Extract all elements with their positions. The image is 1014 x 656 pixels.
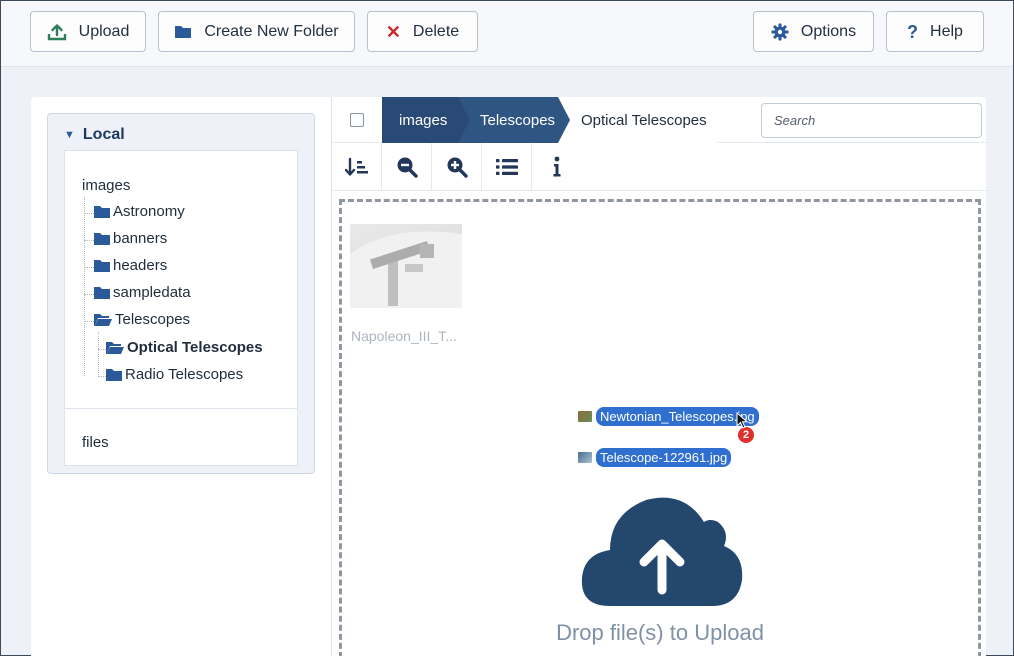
tree-guide <box>98 332 99 377</box>
delete-label: Delete <box>412 22 460 40</box>
folder-open-icon <box>106 342 124 354</box>
breadcrumb: images Telescopes Optical Telescopes <box>382 97 717 143</box>
gear-icon <box>771 23 789 40</box>
image-file-icon <box>578 452 592 463</box>
tree-item-optical-telescopes[interactable]: Optical Telescopes <box>106 339 263 356</box>
upload-icon <box>47 23 66 40</box>
folder-icon <box>94 233 110 245</box>
file-thumbnail[interactable] <box>350 224 462 308</box>
info-icon <box>553 156 561 177</box>
tree-item-label: sampledata <box>113 284 191 301</box>
zoom-in-button[interactable] <box>432 143 482 191</box>
create-new-folder-button[interactable]: Create New Folder <box>158 11 355 52</box>
upload-button[interactable]: Upload <box>30 11 146 52</box>
tree-root-images[interactable]: images <box>82 177 130 194</box>
tree-guide <box>84 267 94 268</box>
tree-guide <box>98 349 106 350</box>
tree-item-banners[interactable]: banners <box>94 230 167 247</box>
tree-guide <box>84 213 94 214</box>
tree-item-astronomy[interactable]: Astronomy <box>94 203 185 220</box>
tree-item-label: Astronomy <box>113 203 185 220</box>
folder-icon <box>106 369 122 381</box>
cursor-arrow-icon <box>736 412 748 429</box>
tree-guide <box>84 294 94 295</box>
tree-guide <box>84 240 94 241</box>
options-label: Options <box>800 22 857 40</box>
upload-label: Upload <box>78 22 130 40</box>
folder-icon <box>94 260 110 272</box>
help-button[interactable]: ? Help <box>886 11 984 52</box>
list-view-button[interactable] <box>482 143 532 191</box>
divider <box>65 408 297 409</box>
media-manager-panel: ▼ Local images Astronomy banners headers… <box>31 97 987 656</box>
zoom-in-icon <box>447 157 468 178</box>
tree-guide <box>84 197 85 376</box>
tree-item-headers[interactable]: headers <box>94 257 167 274</box>
close-icon: ✕ <box>385 21 401 42</box>
view-toolbar <box>332 143 987 191</box>
search-input[interactable] <box>761 103 982 138</box>
tree-item-radio-telescopes[interactable]: Radio Telescopes <box>106 366 243 383</box>
telescope-photo <box>350 231 462 308</box>
folder-icon <box>175 26 192 38</box>
cloud-upload-icon <box>581 497 743 606</box>
tree-item-sampledata[interactable]: sampledata <box>94 284 191 301</box>
info-button[interactable] <box>532 143 582 191</box>
drop-zone-text: Drop file(s) to Upload <box>556 620 764 645</box>
folder-tree: images Astronomy banners headers sampled… <box>64 150 298 466</box>
toolbar: Upload Create New Folder ✕ Delete Option… <box>1 1 1013 67</box>
tree-guide <box>98 376 106 377</box>
caret-down-icon: ▼ <box>64 129 75 141</box>
sort-button[interactable] <box>332 143 382 191</box>
zoom-out-button[interactable] <box>382 143 432 191</box>
tree-item-label: Telescopes <box>115 311 191 328</box>
sort-icon <box>344 157 368 176</box>
list-icon <box>495 159 518 175</box>
question-icon: ? <box>907 21 919 42</box>
folder-icon <box>94 206 110 218</box>
breadcrumb-item-images[interactable]: images <box>382 97 470 143</box>
breadcrumb-item-telescopes[interactable]: Telescopes <box>458 97 570 143</box>
local-disk-header[interactable]: ▼ Local <box>64 126 125 144</box>
tree-item-label: Radio Telescopes <box>125 366 244 383</box>
delete-button[interactable]: ✕ Delete <box>367 11 478 52</box>
content-area: images Telescopes Optical Telescopes Sea… <box>331 97 987 656</box>
drop-zone[interactable]: Napoleon_III_T... Newtonian_Telescopes.j… <box>339 199 981 656</box>
zoom-out-icon <box>397 157 418 178</box>
dragged-file: Telescope-122961.jpg <box>578 448 732 467</box>
help-label: Help <box>930 22 963 40</box>
folder-open-icon <box>94 314 112 326</box>
local-disk-label: Local <box>82 126 125 143</box>
tree-item-files[interactable]: files <box>82 434 109 451</box>
select-all-checkbox[interactable] <box>350 113 364 127</box>
tree-item-telescopes[interactable]: Telescopes <box>94 311 190 328</box>
sidebar: ▼ Local images Astronomy banners headers… <box>47 113 315 474</box>
breadcrumb-bar: images Telescopes Optical Telescopes <box>332 97 987 143</box>
file-name: Napoleon_III_T... <box>351 328 457 344</box>
dragged-file-name: Newtonian_Telescopes.jpg <box>596 407 759 426</box>
create-new-folder-label: Create New Folder <box>204 22 339 40</box>
folder-icon <box>94 287 110 299</box>
dragged-file: Newtonian_Telescopes.jpg <box>578 407 759 426</box>
options-button[interactable]: Options <box>753 11 874 52</box>
tree-guide <box>84 321 94 322</box>
tree-item-label: headers <box>113 257 168 274</box>
image-file-icon <box>578 411 592 422</box>
tree-item-label: Optical Telescopes <box>127 339 263 356</box>
tree-item-label: banners <box>113 230 168 247</box>
breadcrumb-item-optical-telescopes[interactable]: Optical Telescopes <box>558 97 717 143</box>
dragged-file-name: Telescope-122961.jpg <box>596 448 732 467</box>
